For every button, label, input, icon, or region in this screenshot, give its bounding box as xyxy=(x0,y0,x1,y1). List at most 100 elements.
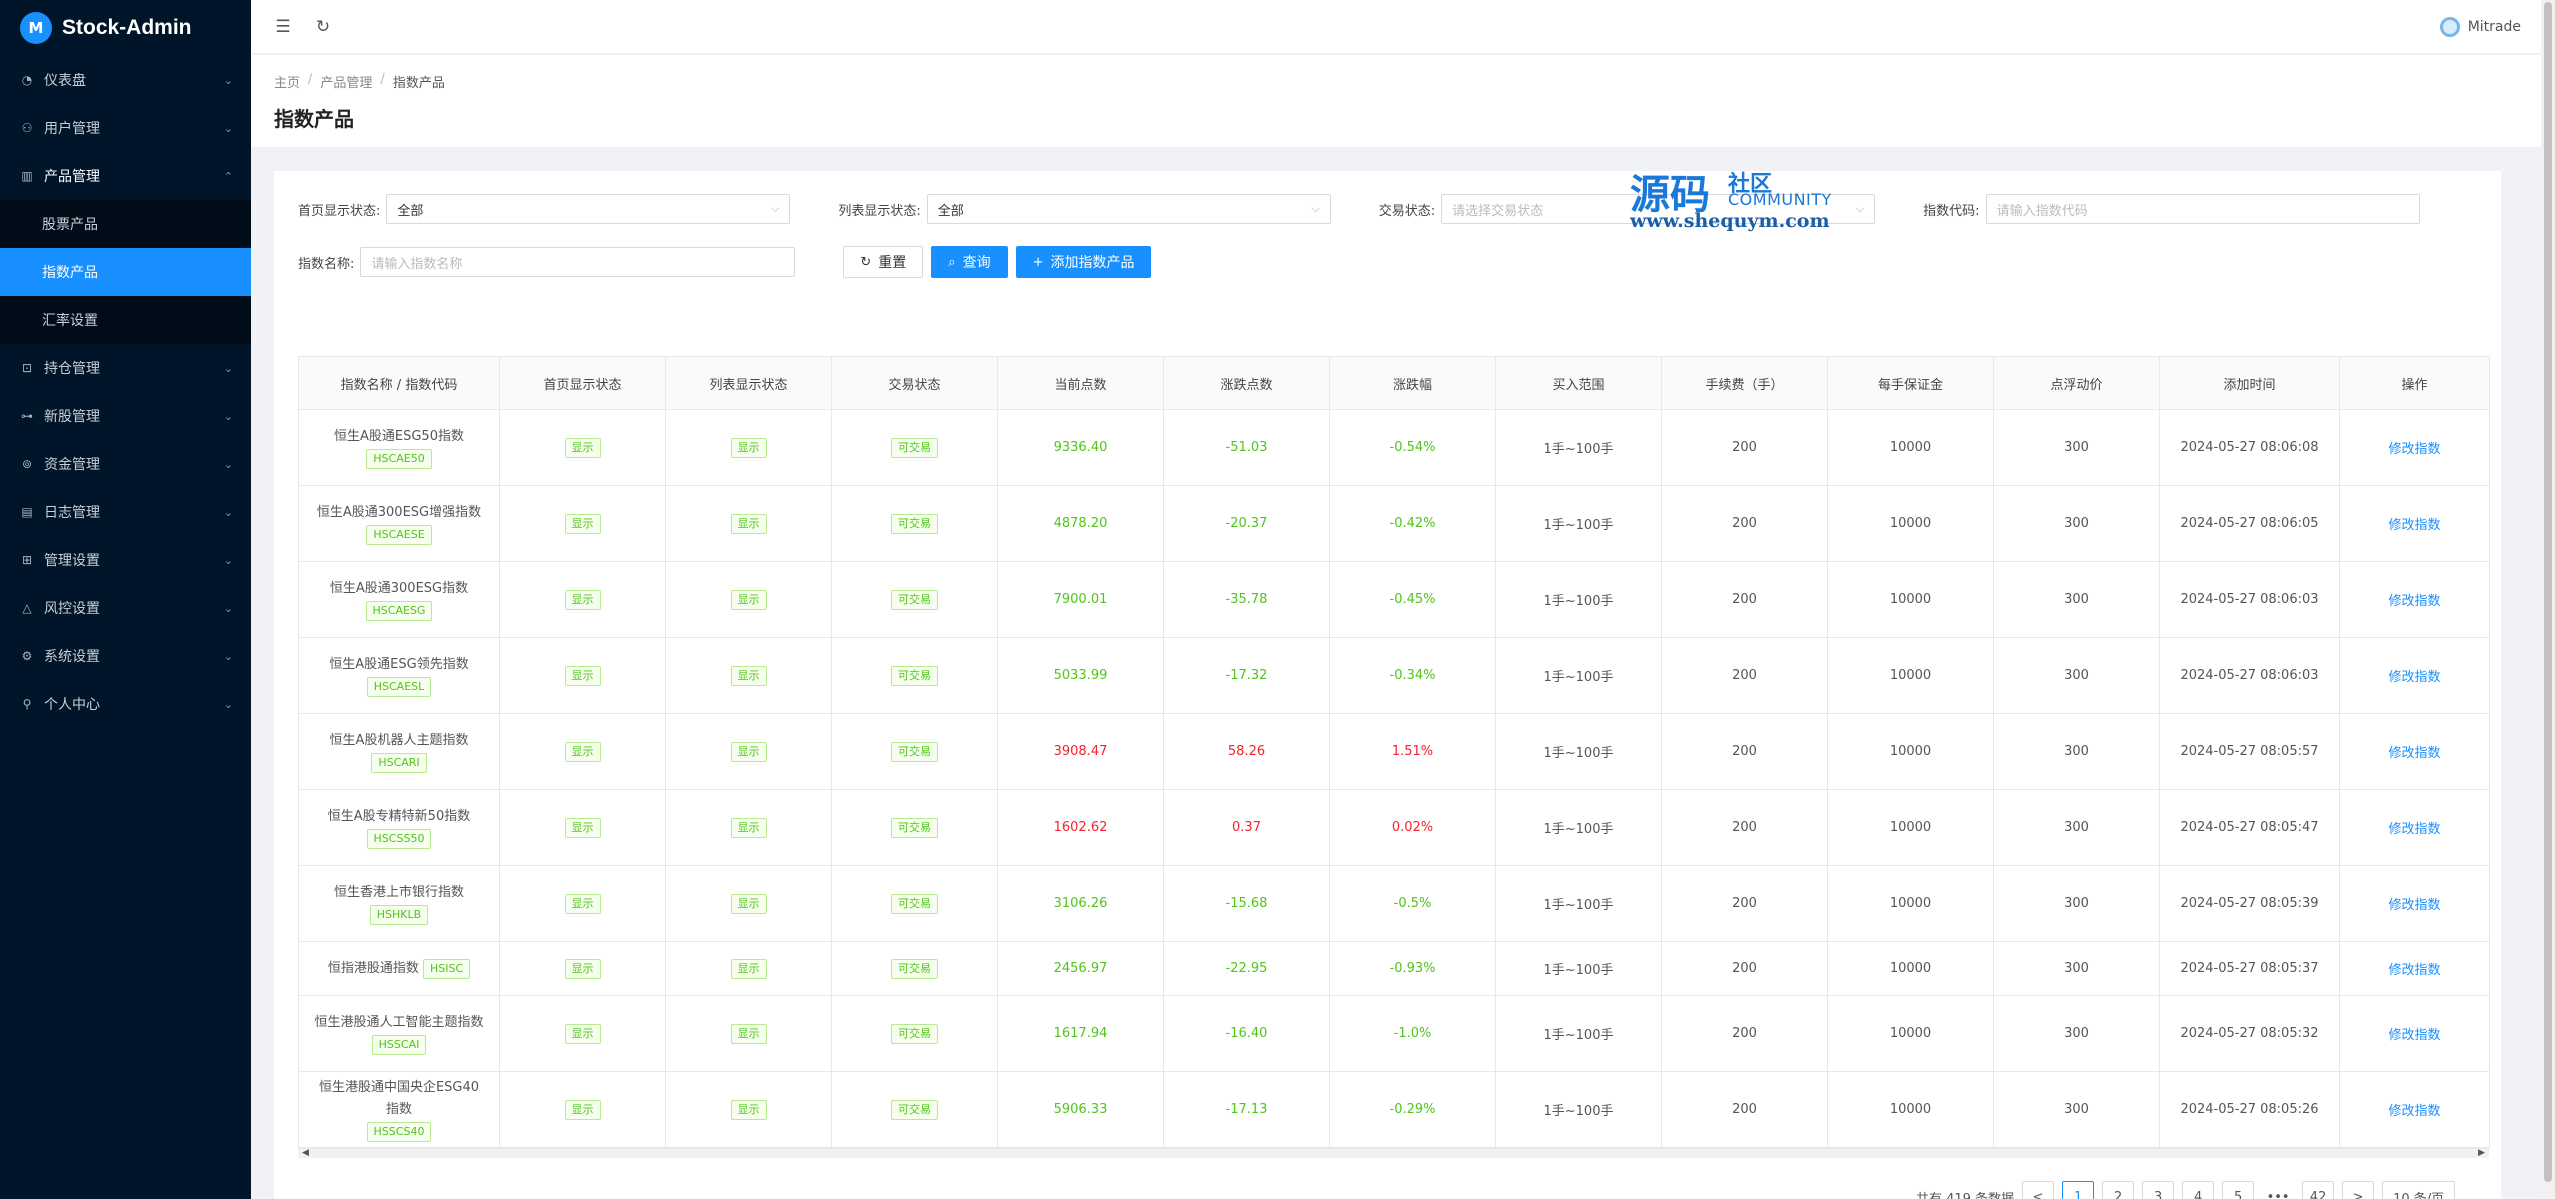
sidebar-item-5[interactable]: ⊚ 资金管理 ⌄ xyxy=(0,440,251,488)
edit-index-link[interactable]: 修改指数 xyxy=(2388,898,2440,913)
sidebar-item-3[interactable]: ⊡ 持仓管理 ⌄ xyxy=(0,344,251,392)
list-status-label: 列表显示状态: xyxy=(838,203,921,219)
sidebar-subitem-1[interactable]: 指数产品 xyxy=(0,248,251,296)
breadcrumb-separator: / xyxy=(308,72,313,87)
sidebar-item-1[interactable]: ⚇ 用户管理 ⌄ xyxy=(0,104,251,152)
margin-cell: 10000 xyxy=(1827,941,1994,996)
brand[interactable]: M Stock-Admin xyxy=(0,0,251,56)
prev-page-button[interactable]: < xyxy=(2022,1181,2055,1199)
breadcrumb-current: 指数产品 xyxy=(392,76,445,91)
home-status-cell: 显示 xyxy=(499,637,666,714)
added-time-cell: 2024-05-27 08:06:05 xyxy=(2159,485,2340,562)
breadcrumb-home[interactable]: 主页 xyxy=(274,72,300,91)
scrollbar-thumb[interactable] xyxy=(2544,2,2552,1182)
status-badge: 显示 xyxy=(564,1099,601,1120)
sidebar-item-9[interactable]: ⚙ 系统设置 ⌄ xyxy=(0,632,251,680)
column-header: 涨跌点数 xyxy=(1163,356,1330,410)
current-price-cell: 3908.47 xyxy=(997,713,1164,790)
search-button[interactable]: ⌕ 查询 xyxy=(931,246,1008,278)
index-name-placeholder: 请输入指数名称 xyxy=(371,256,463,272)
page-button[interactable]: 5 xyxy=(2222,1181,2255,1199)
vertical-scrollbar[interactable] xyxy=(2541,0,2555,1199)
refresh-icon[interactable]: ↻ xyxy=(313,17,333,37)
sidebar-item-0[interactable]: ◔ 仪表盘 ⌄ xyxy=(0,56,251,104)
chevron-down-icon: ⌄ xyxy=(223,601,233,615)
index-table: 指数名称 / 指数代码 首页显示状态 列表显示状态 交易状态 当前点数 涨跌点数 涨跌幅 买入… xyxy=(298,356,2490,1148)
change-points-cell: 0.37 xyxy=(1163,789,1330,866)
column-header: 首页显示状态 xyxy=(499,356,666,410)
index-name-input[interactable]: 请输入指数名称 xyxy=(360,247,796,277)
menu-fold-icon[interactable]: ☰ xyxy=(273,17,293,37)
buy-range-cell: 1手~100手 xyxy=(1495,485,1662,562)
buy-range-cell: 1手~100手 xyxy=(1495,865,1662,942)
sidebar-item-label: 仪表盘 xyxy=(44,73,86,89)
chevron-down-icon: ⌵ xyxy=(1311,202,1320,215)
table-row: 恒生港股通中国央企ESG40指数 HSSCS40 显示 显示 可交易 5906.33 -1… xyxy=(298,1071,2490,1148)
next-page-button[interactable]: > xyxy=(2342,1181,2375,1199)
change-percent-cell: 0.02% xyxy=(1329,789,1496,866)
change-points-cell: 58.26 xyxy=(1163,713,1330,790)
trade-status-cell: 可交易 xyxy=(831,941,998,996)
index-code-input[interactable]: 请输入指数代码 xyxy=(1985,194,2420,224)
reset-button[interactable]: ↻ 重置 xyxy=(843,246,924,278)
page-button[interactable]: 42 xyxy=(2302,1181,2335,1199)
margin-cell: 10000 xyxy=(1827,865,1994,942)
sidebar-item-label: 管理设置 xyxy=(44,553,100,569)
page-title: 指数产品 xyxy=(274,107,354,131)
page-button[interactable]: 1 xyxy=(2062,1181,2095,1199)
list-status-select[interactable]: 全部 ⌵ xyxy=(926,194,1331,224)
add-index-button[interactable]: + 添加指数产品 xyxy=(1015,246,1152,278)
sidebar-item-10[interactable]: ⚲ 个人中心 ⌄ xyxy=(0,680,251,728)
edit-index-link[interactable]: 修改指数 xyxy=(2388,822,2440,837)
margin-cell: 10000 xyxy=(1827,485,1994,562)
sidebar-item-6[interactable]: ▤ 日志管理 ⌄ xyxy=(0,488,251,536)
list-status-cell: 显示 xyxy=(665,789,832,866)
page-button[interactable]: 2 xyxy=(2102,1181,2135,1199)
added-time-cell: 2024-05-27 08:05:57 xyxy=(2159,713,2340,790)
margin-cell: 10000 xyxy=(1827,995,1994,1072)
search-label: 查询 xyxy=(962,255,991,271)
home-status-select[interactable]: 全部 ⌵ xyxy=(386,194,791,224)
scroll-right-icon[interactable]: ▶ xyxy=(2478,1148,2485,1158)
page-button[interactable]: 4 xyxy=(2182,1181,2215,1199)
edit-index-link[interactable]: 修改指数 xyxy=(2388,442,2440,457)
edit-index-link[interactable]: 修改指数 xyxy=(2388,670,2440,685)
float-price-cell: 300 xyxy=(1993,941,2160,996)
edit-index-link[interactable]: 修改指数 xyxy=(2388,746,2440,761)
edit-index-link[interactable]: 修改指数 xyxy=(2388,1028,2440,1043)
column-header: 每手保证金 xyxy=(1827,356,1994,410)
horizontal-scrollbar[interactable]: ◀ ▶ xyxy=(298,1148,2489,1158)
breadcrumb-product[interactable]: 产品管理 xyxy=(320,72,372,91)
edit-index-link[interactable]: 修改指数 xyxy=(2388,594,2440,609)
sidebar-subitem-0[interactable]: 股票产品 xyxy=(0,200,251,248)
scroll-left-icon[interactable]: ◀ xyxy=(302,1148,309,1158)
change-points-cell: -51.03 xyxy=(1163,409,1330,486)
sidebar-item-7[interactable]: ⊞ 管理设置 ⌄ xyxy=(0,536,251,584)
home-status-cell: 显示 xyxy=(499,865,666,942)
change-percent-cell: -0.54% xyxy=(1329,409,1496,486)
sidebar-subitem-2[interactable]: 汇率设置 xyxy=(0,296,251,344)
edit-index-link[interactable]: 修改指数 xyxy=(2388,1104,2440,1119)
status-badge: 显示 xyxy=(730,513,767,534)
fee-cell: 200 xyxy=(1661,995,1828,1072)
chevron-down-icon: ⌄ xyxy=(223,409,233,423)
user-menu[interactable]: Mitrade xyxy=(2439,16,2521,37)
index-name: 恒生A股通ESG50指数 xyxy=(334,428,464,444)
added-time-cell: 2024-05-27 08:06:03 xyxy=(2159,561,2340,638)
fee-cell: 200 xyxy=(1661,485,1828,562)
page-size-select[interactable]: 10 条/页 xyxy=(2382,1181,2456,1199)
fee-cell: 200 xyxy=(1661,713,1828,790)
edit-index-link[interactable]: 修改指数 xyxy=(2388,963,2440,978)
sidebar-item-4[interactable]: ⊶ 新股管理 ⌄ xyxy=(0,392,251,440)
sidebar-item-2[interactable]: ▥ 产品管理 ⌃ xyxy=(0,152,251,200)
sidebar-item-label: 产品管理 xyxy=(44,169,100,185)
edit-index-link[interactable]: 修改指数 xyxy=(2388,518,2440,533)
table-container: 指数名称 / 指数代码 首页显示状态 列表显示状态 交易状态 当前点数 涨跌点数 涨跌幅 买入… xyxy=(298,356,2490,1166)
status-badge: 显示 xyxy=(730,893,767,914)
page-ellipsis[interactable]: ••• xyxy=(2262,1181,2294,1199)
sidebar-item-label: 日志管理 xyxy=(44,505,100,521)
page-button[interactable]: 3 xyxy=(2142,1181,2175,1199)
current-price-cell: 5906.33 xyxy=(997,1071,1164,1148)
sidebar-item-8[interactable]: △ 风控设置 ⌄ xyxy=(0,584,251,632)
index-name: 恒生A股机器人主题指数 xyxy=(329,732,469,748)
